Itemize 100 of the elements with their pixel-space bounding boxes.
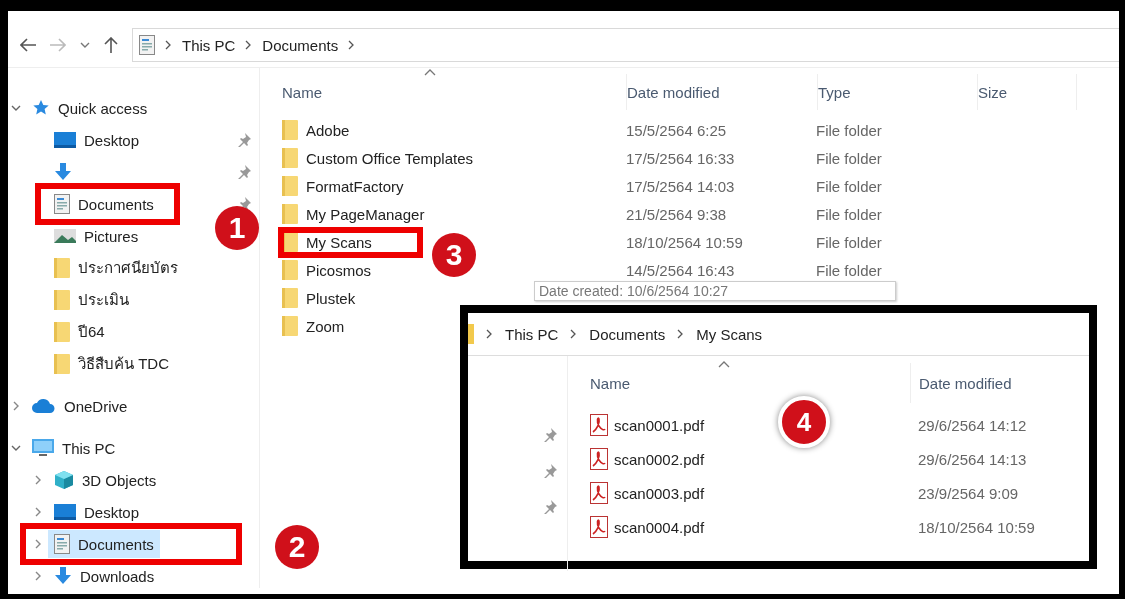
download-arrow-icon: [54, 567, 72, 585]
folder-name[interactable]: Picosmos: [306, 261, 372, 279]
pdf-file-icon: [590, 448, 608, 470]
date-modified: 15/5/2564 6:25: [626, 121, 727, 139]
breadcrumb-item[interactable]: This PC: [182, 36, 236, 54]
document-icon: [54, 194, 70, 214]
up-button[interactable]: [104, 37, 118, 53]
breadcrumb-separator-icon: [486, 329, 493, 339]
breadcrumb-item[interactable]: This PC: [505, 325, 559, 343]
date-modified: 17/5/2564 16:33: [626, 149, 735, 167]
pin-icon[interactable]: [543, 464, 557, 478]
back-button[interactable]: [20, 38, 36, 52]
cube-icon: [54, 470, 74, 490]
sort-caret-icon: [424, 68, 436, 76]
nav-item[interactable]: วิธีสืบค้น TDC: [48, 350, 175, 378]
pin-icon[interactable]: [237, 165, 251, 179]
column-header[interactable]: Name: [282, 74, 627, 110]
folder-name[interactable]: Plustek: [306, 289, 356, 307]
item-type: File folder: [816, 205, 882, 223]
desktop-icon: [54, 132, 76, 148]
chevron-right-icon[interactable]: [12, 401, 20, 411]
pin-icon[interactable]: [543, 500, 557, 514]
folder-name[interactable]: Zoom: [306, 317, 345, 335]
nav-item[interactable]: Documents: [48, 190, 160, 218]
folder-name[interactable]: FormatFactory: [306, 177, 404, 195]
column-header[interactable]: Date modified: [911, 374, 1012, 392]
pin-icon[interactable]: [237, 133, 251, 147]
file-name[interactable]: scan0001.pdf: [614, 416, 705, 434]
folder-icon: [282, 260, 298, 280]
address-bar[interactable]: This PC Documents: [132, 28, 1119, 62]
nav-item[interactable]: Quick access: [26, 94, 154, 122]
recent-dropdown-button[interactable]: [80, 41, 90, 49]
date-modified: 18/10/2564 10:59: [626, 233, 743, 251]
folder-icon: [54, 322, 70, 342]
chevron-right-icon[interactable]: [34, 507, 42, 517]
item-type: File folder: [816, 177, 882, 195]
folder-icon: [282, 204, 298, 224]
desktop-icon: [54, 504, 76, 520]
breadcrumb-separator-icon: [570, 329, 578, 339]
document-icon: [54, 534, 70, 554]
step-number-badge: 3: [432, 233, 476, 277]
chevron-right-icon[interactable]: [34, 475, 42, 485]
breadcrumb-item[interactable]: My Scans: [696, 325, 763, 343]
step-number-badge: 2: [275, 525, 319, 569]
pdf-file-icon: [590, 482, 608, 504]
chevron-down-icon[interactable]: [11, 104, 21, 112]
nav-item[interactable]: ประเมิน: [48, 286, 135, 314]
document-icon: [139, 35, 155, 55]
forward-button[interactable]: [50, 38, 66, 52]
breadcrumb-separator-icon: [677, 329, 685, 339]
step-number-badge: 1: [215, 206, 259, 250]
nav-item[interactable]: ปี64: [48, 318, 111, 346]
nav-item[interactable]: This PC: [26, 434, 122, 462]
breadcrumb-separator-icon: [245, 40, 253, 50]
date-modified: 29/6/2564 14:13: [917, 450, 1027, 468]
item-type: File folder: [816, 121, 882, 139]
breadcrumb-separator-icon: [348, 40, 356, 50]
nav-item[interactable]: Downloads: [48, 562, 161, 590]
cloud-icon: [32, 399, 56, 413]
column-header[interactable]: Size: [978, 74, 1077, 110]
nav-item[interactable]: OneDrive: [26, 392, 134, 420]
folder-icon: [468, 324, 474, 344]
nav-item[interactable]: 3D Objects: [48, 466, 163, 494]
folder-name[interactable]: My Scans: [306, 233, 372, 251]
folder-icon: [54, 290, 70, 310]
folder-icon: [282, 148, 298, 168]
date-modified: 29/6/2564 14:12: [917, 416, 1027, 434]
nav-item[interactable]: Desktop: [48, 498, 146, 526]
folder-name[interactable]: Custom Office Templates: [306, 149, 473, 167]
file-name[interactable]: scan0004.pdf: [614, 518, 705, 536]
column-header[interactable]: Date modified: [627, 74, 818, 110]
pictures-icon: [54, 229, 76, 243]
monitor-icon: [32, 439, 54, 457]
file-name[interactable]: scan0002.pdf: [614, 450, 705, 468]
chevron-right-icon[interactable]: [34, 539, 42, 549]
column-header[interactable]: Type: [818, 74, 978, 110]
item-type: File folder: [816, 261, 882, 279]
date-modified: 14/5/2564 16:43: [626, 261, 735, 279]
tooltip: Date created: 10/6/2564 10:27: [534, 281, 896, 301]
date-modified: 21/5/2564 9:38: [626, 205, 727, 223]
folder-name[interactable]: My PageManager: [306, 205, 425, 223]
item-type: File folder: [816, 149, 882, 167]
date-modified: 18/10/2564 10:59: [917, 518, 1035, 536]
nav-item[interactable]: Documents: [48, 530, 160, 558]
breadcrumb-item[interactable]: Documents: [262, 36, 339, 54]
item-type: File folder: [816, 233, 882, 251]
nav-item[interactable]: ประกาศนียบัตร: [48, 254, 184, 282]
chevron-down-icon[interactable]: [11, 444, 21, 452]
folder-name[interactable]: Adobe: [306, 121, 350, 139]
folder-icon: [54, 354, 70, 374]
file-name[interactable]: scan0003.pdf: [614, 484, 705, 502]
folder-icon: [282, 176, 298, 196]
star-icon: [32, 99, 50, 117]
nav-item[interactable]: Pictures: [48, 222, 145, 250]
pin-icon[interactable]: [543, 428, 557, 442]
folder-icon: [282, 288, 298, 308]
nav-item[interactable]: Desktop: [48, 126, 146, 154]
chevron-right-icon[interactable]: [34, 571, 42, 581]
breadcrumb-item[interactable]: Documents: [589, 325, 666, 343]
folder-icon: [282, 120, 298, 140]
